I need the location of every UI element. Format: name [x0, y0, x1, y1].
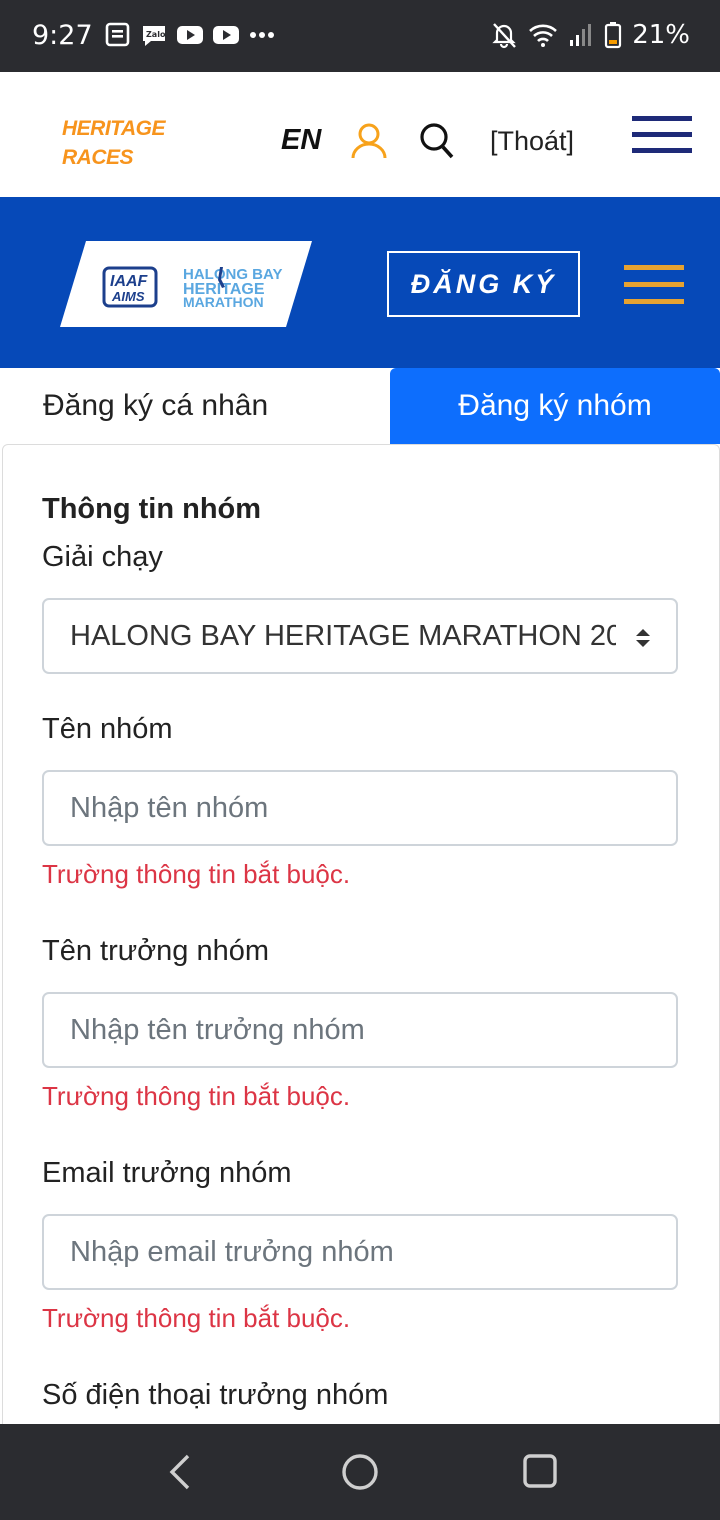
notification-icons: Zalo — [104, 22, 276, 48]
menu-bar — [624, 265, 684, 270]
logo-badge-line1: IAAF — [110, 273, 149, 290]
group-name-label: Tên nhóm — [42, 713, 173, 745]
news-icon — [105, 22, 130, 47]
system-nav-bar — [0, 1424, 720, 1520]
menu-bar — [632, 148, 692, 153]
recent-apps-icon[interactable] — [523, 1454, 557, 1488]
bell-off-icon — [492, 23, 517, 49]
brand-line2: RACES — [62, 146, 134, 169]
race-label: Giải chạy — [42, 541, 163, 573]
language-switch[interactable]: EN — [281, 124, 321, 157]
race-select-value: HALONG BAY HERITAGE MARATHON 2024 — [70, 619, 616, 652]
leader-name-input[interactable]: Nhập tên trưởng nhóm — [42, 992, 678, 1068]
back-icon[interactable] — [166, 1454, 196, 1490]
more-icon — [250, 32, 274, 38]
main-menu-button[interactable] — [632, 116, 692, 156]
youtube-icon — [213, 26, 239, 44]
halong-bay-marathon-logo[interactable]: IAAF AIMS HALONG BAY HERITAGE MARATHON — [60, 241, 312, 327]
leader-name-label: Tên trưởng nhóm — [42, 935, 270, 967]
system-icons: 21% — [490, 20, 690, 50]
tab-group-registration[interactable]: Đăng ký nhóm — [390, 368, 720, 444]
event-menu-button[interactable] — [624, 265, 684, 305]
svg-text:Zalo: Zalo — [146, 30, 166, 39]
status-time: 9:27 — [32, 20, 93, 51]
leader-email-label: Email trưởng nhóm — [42, 1157, 292, 1189]
menu-bar — [624, 299, 684, 304]
menu-bar — [632, 116, 692, 121]
menu-bar — [632, 132, 692, 137]
leader-name-error: Trường thông tin bắt buộc. — [42, 1081, 351, 1111]
section-title: Thông tin nhóm — [42, 493, 262, 525]
leader-email-error: Trường thông tin bắt buộc. — [42, 1303, 351, 1333]
logout-link[interactable]: [Thoát] — [490, 126, 574, 157]
tab-individual-registration[interactable]: Đăng ký cá nhân — [0, 368, 390, 444]
leader-phone-label: Số điện thoại trưởng nhóm — [42, 1379, 389, 1411]
brand-line1: HERITAGE — [62, 117, 165, 140]
youtube-icon — [177, 26, 203, 44]
signal-icon — [570, 24, 592, 46]
race-select[interactable]: HALONG BAY HERITAGE MARATHON 2024 — [42, 598, 678, 674]
user-icon[interactable] — [350, 122, 388, 160]
status-bar: 9:27 Zalo 21% — [0, 0, 720, 72]
leader-email-input[interactable]: Nhập email trưởng nhóm — [42, 1214, 678, 1290]
site-header: HERITAGE RACES EN [Thoát] — [0, 72, 720, 197]
logo-badge-line2: AIMS — [111, 289, 145, 304]
iaaf-aims-badge: IAAF AIMS — [102, 266, 158, 308]
battery-icon — [605, 22, 622, 49]
heritage-races-logo[interactable]: HERITAGE RACES — [62, 114, 165, 172]
select-arrows-icon — [636, 629, 650, 647]
logo-line3: MARATHON — [183, 294, 264, 310]
event-banner: IAAF AIMS HALONG BAY HERITAGE MARATHON Đ… — [0, 197, 720, 368]
home-icon[interactable] — [341, 1453, 379, 1491]
group-name-error: Trường thông tin bắt buộc. — [42, 859, 351, 889]
menu-bar — [624, 282, 684, 287]
wifi-icon — [529, 24, 558, 47]
search-icon[interactable] — [419, 122, 455, 160]
group-name-input[interactable]: Nhập tên nhóm — [42, 770, 678, 846]
screen: 9:27 Zalo 21% HERITAGE RACES EN [Thoát] — [0, 0, 720, 1520]
zalo-icon: Zalo — [143, 26, 166, 46]
register-button[interactable]: ĐĂNG KÝ — [387, 251, 580, 317]
registration-tabs: Đăng ký cá nhân Đăng ký nhóm — [0, 368, 720, 444]
battery-percent: 21% — [632, 20, 690, 50]
